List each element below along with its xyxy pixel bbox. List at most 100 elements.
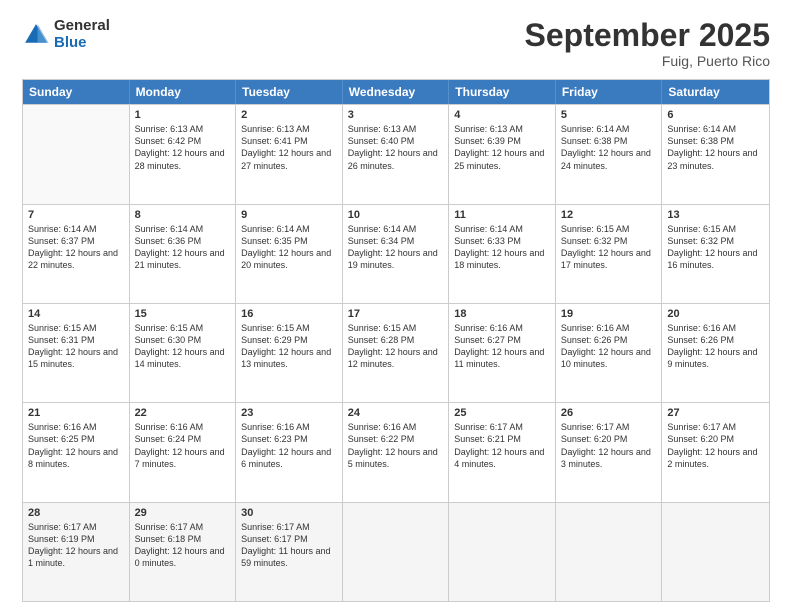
day-info: Sunrise: 6:15 AM Sunset: 6:30 PM Dayligh… [135,322,231,371]
calendar-row: 7 Sunrise: 6:14 AM Sunset: 6:37 PM Daylig… [23,204,769,303]
calendar-cell: 21Sunrise: 6:16 AM Sunset: 6:25 PM Dayli… [23,403,130,501]
day-info: Sunrise: 6:17 AM Sunset: 6:17 PM Dayligh… [241,521,337,570]
calendar-cell: 24Sunrise: 6:16 AM Sunset: 6:22 PM Dayli… [343,403,450,501]
day-number: 30 [241,507,337,519]
page: General Blue September 2025 Fuig, Puerto… [0,0,792,612]
day-number: 29 [135,507,231,519]
calendar-cell: 14 Sunrise: 6:15 AM Sunset: 6:31 PM Dayli… [23,304,130,402]
day-number: 27 [667,407,764,419]
logo-line2: Blue [54,35,110,52]
calendar-cell: 16 Sunrise: 6:15 AM Sunset: 6:29 PM Dayli… [236,304,343,402]
day-info: Sunrise: 6:15 AM Sunset: 6:31 PM Dayligh… [28,322,124,371]
day-number: 14 [28,308,124,320]
day-info: Sunrise: 6:14 AM Sunset: 6:34 PM Dayligh… [348,223,444,272]
logo: General Blue [22,18,110,51]
calendar-cell: 23 Sunrise: 6:16 AM Sunset: 6:23 PM Dayli… [236,403,343,501]
logo-text: General Blue [54,18,110,51]
day-number: 18 [454,308,550,320]
calendar-cell [662,503,769,601]
header: General Blue September 2025 Fuig, Puerto… [22,18,770,69]
day-info: Sunrise: 6:17 AM Sunset: 6:19 PM Dayligh… [28,521,124,570]
day-number: 3 [348,109,444,121]
day-number: 8 [135,209,231,221]
calendar-cell: 13 Sunrise: 6:15 AM Sunset: 6:32 PM Dayli… [662,205,769,303]
day-info: Sunrise: 6:15 AM Sunset: 6:32 PM Dayligh… [667,223,764,272]
calendar-header: SundayMondayTuesdayWednesdayThursdayFrid… [23,80,769,104]
calendar-cell [449,503,556,601]
weekday-header: Monday [130,80,237,104]
day-number: 9 [241,209,337,221]
day-info: Sunrise: 6:16 AM Sunset: 6:27 PM Dayligh… [454,322,550,371]
calendar-cell: 29 Sunrise: 6:17 AM Sunset: 6:18 PM Dayli… [130,503,237,601]
logo-icon [22,21,50,49]
calendar-row: 28 Sunrise: 6:17 AM Sunset: 6:19 PM Dayli… [23,502,769,601]
calendar-row: 1 Sunrise: 6:13 AM Sunset: 6:42 PM Daylig… [23,104,769,203]
day-info: Sunrise: 6:16 AM Sunset: 6:24 PM Dayligh… [135,421,231,470]
day-number: 26 [561,407,657,419]
calendar-cell: 19Sunrise: 6:16 AM Sunset: 6:26 PM Dayli… [556,304,663,402]
day-info: Sunrise: 6:14 AM Sunset: 6:36 PM Dayligh… [135,223,231,272]
calendar-cell: 28 Sunrise: 6:17 AM Sunset: 6:19 PM Dayli… [23,503,130,601]
calendar-cell [556,503,663,601]
day-number: 17 [348,308,444,320]
day-info: Sunrise: 6:14 AM Sunset: 6:37 PM Dayligh… [28,223,124,272]
day-number: 13 [667,209,764,221]
day-number: 5 [561,109,657,121]
day-number: 16 [241,308,337,320]
weekday-header: Wednesday [343,80,450,104]
day-number: 28 [28,507,124,519]
day-number: 7 [28,209,124,221]
calendar-cell: 10 Sunrise: 6:14 AM Sunset: 6:34 PM Dayli… [343,205,450,303]
day-info: Sunrise: 6:15 AM Sunset: 6:29 PM Dayligh… [241,322,337,371]
calendar-row: 21Sunrise: 6:16 AM Sunset: 6:25 PM Dayli… [23,402,769,501]
day-info: Sunrise: 6:14 AM Sunset: 6:35 PM Dayligh… [241,223,337,272]
calendar-cell: 11 Sunrise: 6:14 AM Sunset: 6:33 PM Dayli… [449,205,556,303]
day-info: Sunrise: 6:15 AM Sunset: 6:28 PM Dayligh… [348,322,444,371]
calendar-cell: 3Sunrise: 6:13 AM Sunset: 6:40 PM Daylig… [343,105,450,203]
calendar-cell: 15 Sunrise: 6:15 AM Sunset: 6:30 PM Dayli… [130,304,237,402]
day-info: Sunrise: 6:13 AM Sunset: 6:42 PM Dayligh… [135,123,231,172]
day-number: 6 [667,109,764,121]
day-info: Sunrise: 6:17 AM Sunset: 6:18 PM Dayligh… [135,521,231,570]
calendar-cell: 30 Sunrise: 6:17 AM Sunset: 6:17 PM Dayli… [236,503,343,601]
calendar-cell: 20 Sunrise: 6:16 AM Sunset: 6:26 PM Dayli… [662,304,769,402]
day-info: Sunrise: 6:15 AM Sunset: 6:32 PM Dayligh… [561,223,657,272]
weekday-header: Sunday [23,80,130,104]
day-info: Sunrise: 6:13 AM Sunset: 6:39 PM Dayligh… [454,123,550,172]
weekday-header: Friday [556,80,663,104]
day-number: 22 [135,407,231,419]
calendar-cell: 26 Sunrise: 6:17 AM Sunset: 6:20 PM Dayli… [556,403,663,501]
day-info: Sunrise: 6:14 AM Sunset: 6:33 PM Dayligh… [454,223,550,272]
day-info: Sunrise: 6:14 AM Sunset: 6:38 PM Dayligh… [561,123,657,172]
day-info: Sunrise: 6:14 AM Sunset: 6:38 PM Dayligh… [667,123,764,172]
calendar-cell: 27Sunrise: 6:17 AM Sunset: 6:20 PM Dayli… [662,403,769,501]
calendar-cell: 8 Sunrise: 6:14 AM Sunset: 6:36 PM Daylig… [130,205,237,303]
day-info: Sunrise: 6:16 AM Sunset: 6:23 PM Dayligh… [241,421,337,470]
calendar-cell [343,503,450,601]
day-number: 23 [241,407,337,419]
day-number: 20 [667,308,764,320]
day-number: 24 [348,407,444,419]
day-info: Sunrise: 6:17 AM Sunset: 6:20 PM Dayligh… [561,421,657,470]
day-number: 15 [135,308,231,320]
calendar: SundayMondayTuesdayWednesdayThursdayFrid… [22,79,770,602]
day-info: Sunrise: 6:16 AM Sunset: 6:26 PM Dayligh… [667,322,764,371]
calendar-cell [23,105,130,203]
month-year: September 2025 [525,18,770,53]
calendar-cell: 7 Sunrise: 6:14 AM Sunset: 6:37 PM Daylig… [23,205,130,303]
calendar-cell: 18 Sunrise: 6:16 AM Sunset: 6:27 PM Dayli… [449,304,556,402]
day-info: Sunrise: 6:16 AM Sunset: 6:26 PM Dayligh… [561,322,657,371]
calendar-body: 1 Sunrise: 6:13 AM Sunset: 6:42 PM Daylig… [23,104,769,601]
day-info: Sunrise: 6:17 AM Sunset: 6:21 PM Dayligh… [454,421,550,470]
calendar-cell: 25Sunrise: 6:17 AM Sunset: 6:21 PM Dayli… [449,403,556,501]
day-number: 21 [28,407,124,419]
day-number: 11 [454,209,550,221]
calendar-cell: 2Sunrise: 6:13 AM Sunset: 6:41 PM Daylig… [236,105,343,203]
day-number: 12 [561,209,657,221]
calendar-cell: 12 Sunrise: 6:15 AM Sunset: 6:32 PM Dayli… [556,205,663,303]
day-number: 2 [241,109,337,121]
calendar-cell: 17 Sunrise: 6:15 AM Sunset: 6:28 PM Dayli… [343,304,450,402]
day-number: 1 [135,109,231,121]
day-number: 10 [348,209,444,221]
calendar-cell: 6 Sunrise: 6:14 AM Sunset: 6:38 PM Daylig… [662,105,769,203]
